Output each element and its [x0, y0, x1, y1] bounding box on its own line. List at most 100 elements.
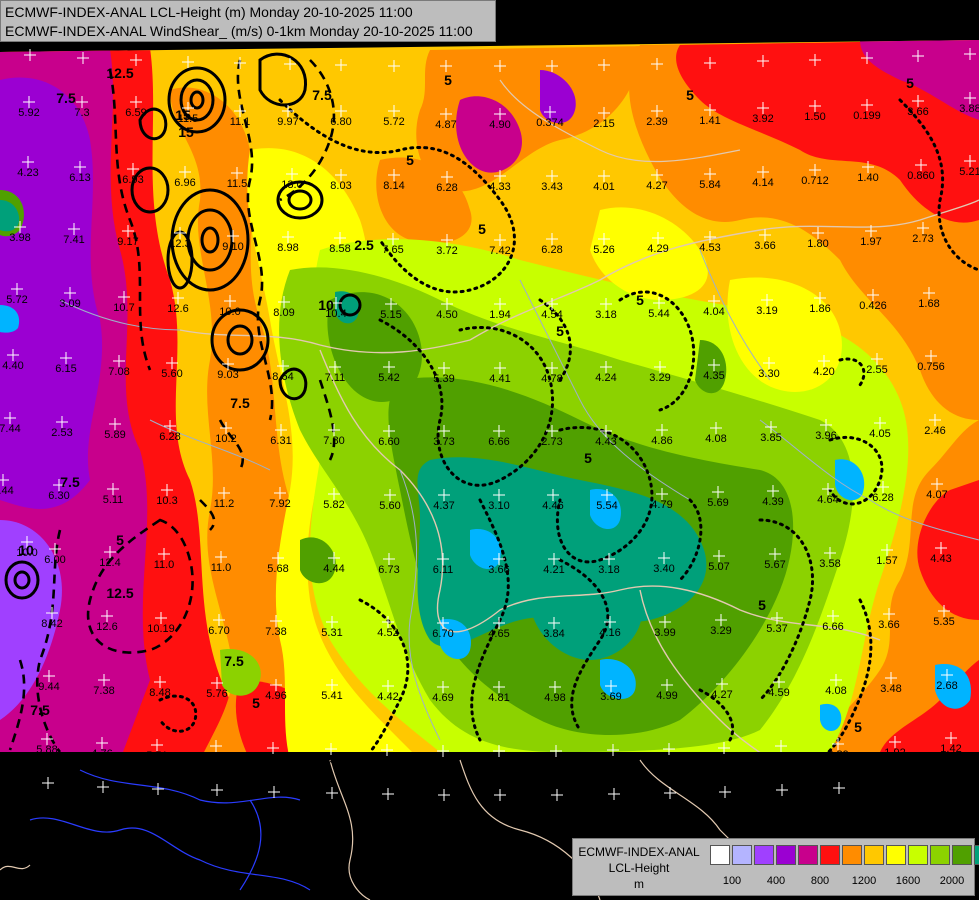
shear-value-label: 4.76: [91, 748, 112, 760]
contour-label: 5: [854, 719, 862, 735]
shear-value-label: 2.46: [924, 425, 945, 437]
shear-value-label: 3.09: [59, 298, 80, 310]
contour-label: 5: [556, 323, 564, 339]
shear-value-label: 9.03: [217, 369, 238, 381]
legend-unit: m: [634, 877, 644, 891]
map-title-box: ECMWF-INDEX-ANAL LCL-Height (m) Monday 2…: [0, 0, 496, 42]
contour-label: 15: [175, 107, 191, 123]
shear-value-label: 0.199: [853, 110, 881, 122]
shear-value-label: 12.3: [169, 238, 190, 250]
shear-value-label: 5.68: [267, 563, 288, 575]
shear-value-label: 5.72: [6, 294, 27, 306]
shear-value-label: 6.60: [378, 436, 399, 448]
shear-value-label: 4.21: [543, 564, 564, 576]
shear-value-label: 5.54: [596, 500, 617, 512]
contour-label: 5: [478, 221, 486, 237]
shear-value-label: 7.65: [382, 244, 403, 256]
shear-value-label: 8.03: [330, 180, 351, 192]
shear-value-label: 6.66: [822, 621, 843, 633]
shear-value-label: 3.69: [600, 691, 621, 703]
shear-value-label: 4.16: [599, 627, 620, 639]
shear-value-label: 5.88: [36, 744, 57, 756]
shear-value-label: 8.64: [272, 371, 293, 383]
shear-value-label: 5.21: [959, 166, 979, 178]
shear-value-label: 6.11: [433, 564, 454, 576]
legend-swatch: [864, 845, 884, 865]
shear-value-label: 4.83: [488, 756, 509, 768]
shear-value-label: 6.66: [488, 436, 509, 448]
shear-value-label: 7.11: [325, 372, 346, 384]
shear-value-label: 1.57: [876, 555, 897, 567]
contour-label: 5: [406, 152, 414, 168]
contour-label: 15: [178, 124, 194, 140]
shear-value-label: 4.65: [488, 628, 509, 640]
legend-swatch: [710, 845, 730, 865]
shear-value-label: 7.41: [63, 234, 84, 246]
legend-swatch: [798, 845, 818, 865]
contour-label: 5: [636, 292, 644, 308]
shear-value-label: 3.73: [433, 436, 454, 448]
color-legend: ECMWF-INDEX-ANAL LCL-Height m 100 400 80…: [572, 838, 979, 896]
shear-value-label: 4.90: [489, 119, 510, 131]
legend-swatches: [710, 845, 979, 865]
lcl-height-field: [0, 40, 979, 752]
shear-value-label: 4.94: [545, 756, 566, 768]
shear-value-label: 6.13: [69, 172, 90, 184]
shear-value-label: 0.374: [536, 117, 564, 129]
shear-value-label: 4.38: [432, 756, 453, 768]
shear-value-label: 1.92: [884, 747, 905, 759]
shear-value-label: 9.97: [277, 116, 298, 128]
shear-value-label: 4.08: [825, 685, 846, 697]
shear-value-label: 7.08: [108, 366, 129, 378]
shear-value-label: 4.99: [656, 690, 677, 702]
legend-swatch: [754, 845, 774, 865]
shear-value-label: 4.33: [489, 181, 510, 193]
shear-value-label: 1.68: [918, 298, 939, 310]
shear-value-label: 7.44: [0, 485, 14, 497]
shear-value-label: 5.39: [433, 373, 454, 385]
shear-value-label: 1.94: [489, 309, 510, 321]
shear-value-label: 3.29: [649, 372, 670, 384]
legend-tick: 100: [722, 875, 742, 887]
shear-value-label: 11.0: [154, 559, 175, 571]
shear-value-label: 11.0: [211, 562, 232, 574]
shear-value-label: 3.96: [815, 430, 836, 442]
legend-tick: 800: [810, 875, 830, 887]
shear-value-label: 5.31: [321, 627, 342, 639]
shear-value-label: 5.35: [933, 616, 954, 628]
shear-value-label: 3.66: [754, 240, 775, 252]
shear-value-label: 4.35: [703, 370, 724, 382]
shear-value-label: 3.72: [658, 754, 679, 766]
shear-value-label: 5.60: [161, 368, 182, 380]
shear-value-label: 5.26: [593, 244, 614, 256]
shear-value-label: 4.46: [542, 500, 563, 512]
shear-value-label: 1.97: [860, 236, 881, 248]
shear-value-label: 5.42: [378, 372, 399, 384]
contour-label: 12.5: [106, 585, 133, 601]
shear-value-label: 0.756: [917, 361, 945, 373]
shear-value-label: 4.43: [930, 553, 951, 565]
shear-value-label: 3.18: [598, 564, 619, 576]
shear-value-label: 4.27: [711, 689, 732, 701]
shear-value-label: 6.31: [270, 435, 291, 447]
shear-value-label: 6.96: [174, 177, 195, 189]
shear-value-label: 6.28: [159, 431, 180, 443]
shear-value-label: 2.73: [912, 233, 933, 245]
shear-value-label: 4.05: [869, 428, 890, 440]
shear-value-label: 4.04: [770, 751, 791, 763]
shear-value-label: 6.30: [48, 490, 69, 502]
shear-value-label: 4.14: [752, 177, 773, 189]
shear-value-label: 6.28: [436, 182, 457, 194]
legend-tick: 1200: [851, 875, 877, 887]
shear-value-label: 5.72: [383, 116, 404, 128]
contour-label: 5: [444, 72, 452, 88]
shear-value-label: 10.3: [156, 495, 177, 507]
shear-value-label: 3.88: [959, 103, 979, 115]
shear-value-label: 4.79: [651, 499, 672, 511]
shear-value-label: 5.07: [708, 561, 729, 573]
shear-value-label: 3.80: [376, 755, 397, 767]
shear-value-label: 5.60: [379, 500, 400, 512]
shear-value-label: 3.47: [262, 753, 283, 765]
contour-label: 5: [906, 75, 914, 91]
shear-value-label: 4.69: [432, 692, 453, 704]
